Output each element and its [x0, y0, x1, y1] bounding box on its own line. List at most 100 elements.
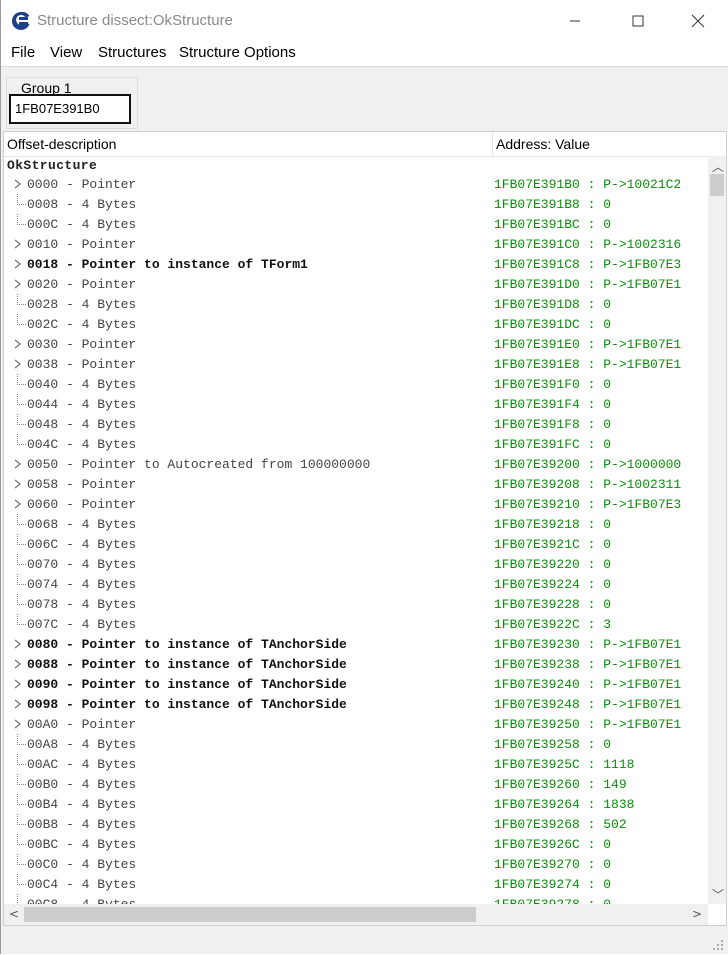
structure-row[interactable]: 00B0 - 4 Bytes 1FB07E39260 : 149: [4, 774, 708, 794]
structure-row[interactable]: 00B8 - 4 Bytes 1FB07E39268 : 502: [4, 814, 708, 834]
scroll-left-icon[interactable]: <: [9, 907, 19, 921]
group-bar: Group 1 1FB07E391B0: [1, 66, 728, 131]
structure-row[interactable]: 00C0 - 4 Bytes 1FB07E39270 : 0: [4, 854, 708, 874]
vertical-scroll-thumb[interactable]: [710, 174, 724, 196]
column-address-value[interactable]: Address: Value: [496, 136, 590, 152]
structure-row[interactable]: 00C4 - 4 Bytes 1FB07E39274 : 0: [4, 874, 708, 894]
row-offset-description: 00C0 - 4 Bytes: [27, 857, 137, 872]
vertical-scrollbar[interactable]: ︿ ﹀: [708, 156, 726, 904]
structure-row[interactable]: 0088 - Pointer to instance of TAnchorSid…: [4, 654, 708, 674]
structure-row[interactable]: 0098 - Pointer to instance of TAnchorSid…: [4, 694, 708, 714]
structure-row[interactable]: 0010 - Pointer 1FB07E391C0 : P->1002316: [4, 234, 708, 254]
tree-line: [17, 554, 26, 565]
scroll-down-icon[interactable]: ﹀: [712, 886, 724, 903]
structure-row[interactable]: 0080 - Pointer to instance of TAnchorSid…: [4, 634, 708, 654]
structure-row[interactable]: 0058 - Pointer 1FB07E39208 : P->1002311: [4, 474, 708, 494]
minimize-icon: [570, 20, 580, 22]
tree-line: [17, 834, 26, 845]
structure-row[interactable]: 006C - 4 Bytes 1FB07E3921C : 0: [4, 534, 708, 554]
structure-row[interactable]: 0038 - Pointer 1FB07E391E8 : P->1FB07E1: [4, 354, 708, 374]
structure-tree[interactable]: OkStructure 0000 - Pointer 1FB07E391B0 : …: [4, 156, 708, 904]
structure-row[interactable]: 0050 - Pointer to Autocreated from 10000…: [4, 454, 708, 474]
row-offset-description: 00C4 - 4 Bytes: [27, 877, 137, 892]
structure-row[interactable]: 0048 - 4 Bytes 1FB07E391F8 : 0: [4, 414, 708, 434]
row-offset-description: 0030 - Pointer: [27, 337, 137, 352]
scroll-up-icon[interactable]: ︿: [712, 158, 724, 175]
row-address-value: 1FB07E391F4 : 0: [494, 397, 612, 412]
structure-row[interactable]: 0030 - Pointer 1FB07E391E0 : P->1FB07E1: [4, 334, 708, 354]
structure-row[interactable]: 0090 - Pointer to instance of TAnchorSid…: [4, 674, 708, 694]
expand-chevron-icon[interactable]: [13, 277, 23, 291]
tree-line: [17, 314, 26, 325]
row-address-value: 1FB07E39264 : 1838: [494, 797, 635, 812]
expand-chevron-icon[interactable]: [13, 457, 23, 471]
close-button[interactable]: [675, 0, 721, 42]
expand-chevron-icon[interactable]: [13, 257, 23, 271]
structure-row[interactable]: 0018 - Pointer to instance of TForm1 1FB0…: [4, 254, 708, 274]
scroll-right-icon[interactable]: >: [692, 907, 702, 921]
expand-chevron-icon[interactable]: [13, 657, 23, 671]
structure-row[interactable]: 0068 - 4 Bytes 1FB07E39218 : 0: [4, 514, 708, 534]
expand-chevron-icon[interactable]: [13, 237, 23, 251]
column-separator[interactable]: [492, 132, 493, 156]
structure-root-label[interactable]: OkStructure: [7, 158, 97, 174]
expand-chevron-icon[interactable]: [13, 477, 23, 491]
structure-row[interactable]: 0060 - Pointer 1FB07E39210 : P->1FB07E3: [4, 494, 708, 514]
menu-structures[interactable]: Structures: [96, 44, 168, 61]
menu-file[interactable]: File: [9, 44, 37, 61]
structure-row[interactable]: 007C - 4 Bytes 1FB07E3922C : 3: [4, 614, 708, 634]
structure-row[interactable]: 0040 - 4 Bytes 1FB07E391F0 : 0: [4, 374, 708, 394]
menu-view[interactable]: View: [48, 44, 84, 61]
horizontal-scroll-thumb[interactable]: [24, 907, 476, 922]
structure-row[interactable]: 0074 - 4 Bytes 1FB07E39224 : 0: [4, 574, 708, 594]
column-offset-description[interactable]: Offset-description: [7, 136, 116, 152]
tree-line: [17, 794, 26, 805]
row-address-value: 1FB07E3925C : 1118: [494, 757, 635, 772]
structure-row[interactable]: 0020 - Pointer 1FB07E391D0 : P->1FB07E1: [4, 274, 708, 294]
structure-row[interactable]: 00A0 - Pointer 1FB07E39250 : P->1FB07E1: [4, 714, 708, 734]
row-offset-description: 0070 - 4 Bytes: [27, 557, 137, 572]
structure-row[interactable]: 000C - 4 Bytes 1FB07E391BC : 0: [4, 214, 708, 234]
structure-row[interactable]: 00B4 - 4 Bytes 1FB07E39264 : 1838: [4, 794, 708, 814]
structure-row[interactable]: 00AC - 4 Bytes 1FB07E3925C : 1118: [4, 754, 708, 774]
expand-chevron-icon[interactable]: [13, 717, 23, 731]
title-bar: Structure dissect:OkStructure: [1, 0, 728, 42]
expand-chevron-icon[interactable]: [13, 357, 23, 371]
structure-row[interactable]: 0070 - 4 Bytes 1FB07E39220 : 0: [4, 554, 708, 574]
row-address-value: 1FB07E391C0 : P->1002316: [494, 237, 682, 252]
structure-row[interactable]: 0000 - Pointer 1FB07E391B0 : P->10021C2: [4, 174, 708, 194]
tree-line: [17, 294, 26, 305]
structure-row[interactable]: 0078 - 4 Bytes 1FB07E39228 : 0: [4, 594, 708, 614]
expand-chevron-icon[interactable]: [13, 637, 23, 651]
row-address-value: 1FB07E39220 : 0: [494, 557, 612, 572]
expand-chevron-icon[interactable]: [13, 177, 23, 191]
row-address-value: 1FB07E391E8 : P->1FB07E1: [494, 357, 682, 372]
row-offset-description: 0050 - Pointer to Autocreated from 10000…: [27, 457, 371, 472]
structure-row[interactable]: 00BC - 4 Bytes 1FB07E3926C : 0: [4, 834, 708, 854]
minimize-button[interactable]: [552, 0, 598, 42]
expand-chevron-icon[interactable]: [13, 697, 23, 711]
row-address-value: 1FB07E391F0 : 0: [494, 377, 612, 392]
row-address-value: 1FB07E39218 : 0: [494, 517, 612, 532]
address-input[interactable]: 1FB07E391B0: [9, 94, 131, 124]
structure-row[interactable]: 004C - 4 Bytes 1FB07E391FC : 0: [4, 434, 708, 454]
structure-row[interactable]: 00A8 - 4 Bytes 1FB07E39258 : 0: [4, 734, 708, 754]
expand-chevron-icon[interactable]: [13, 677, 23, 691]
structure-row[interactable]: 0044 - 4 Bytes 1FB07E391F4 : 0: [4, 394, 708, 414]
structure-row[interactable]: 0008 - 4 Bytes 1FB07E391B8 : 0: [4, 194, 708, 214]
structure-row[interactable]: 00C8 - 4 Bytes 1FB07E39278 : 0: [4, 894, 708, 904]
structure-row[interactable]: 0028 - 4 Bytes 1FB07E391D8 : 0: [4, 294, 708, 314]
tree-line: [17, 594, 26, 605]
row-address-value: 1FB07E39274 : 0: [494, 877, 612, 892]
maximize-button[interactable]: [615, 0, 661, 42]
expand-chevron-icon[interactable]: [13, 497, 23, 511]
structure-row[interactable]: 002C - 4 Bytes 1FB07E391DC : 0: [4, 314, 708, 334]
expand-chevron-icon[interactable]: [13, 337, 23, 351]
resize-grip-icon[interactable]: [712, 939, 724, 951]
row-offset-description: 0048 - 4 Bytes: [27, 417, 137, 432]
tree-line: [17, 774, 26, 785]
row-offset-description: 0068 - 4 Bytes: [27, 517, 137, 532]
menu-structure-options[interactable]: Structure Options: [177, 44, 298, 61]
row-address-value: 1FB07E3926C : 0: [494, 837, 612, 852]
horizontal-scrollbar[interactable]: < >: [4, 904, 708, 925]
